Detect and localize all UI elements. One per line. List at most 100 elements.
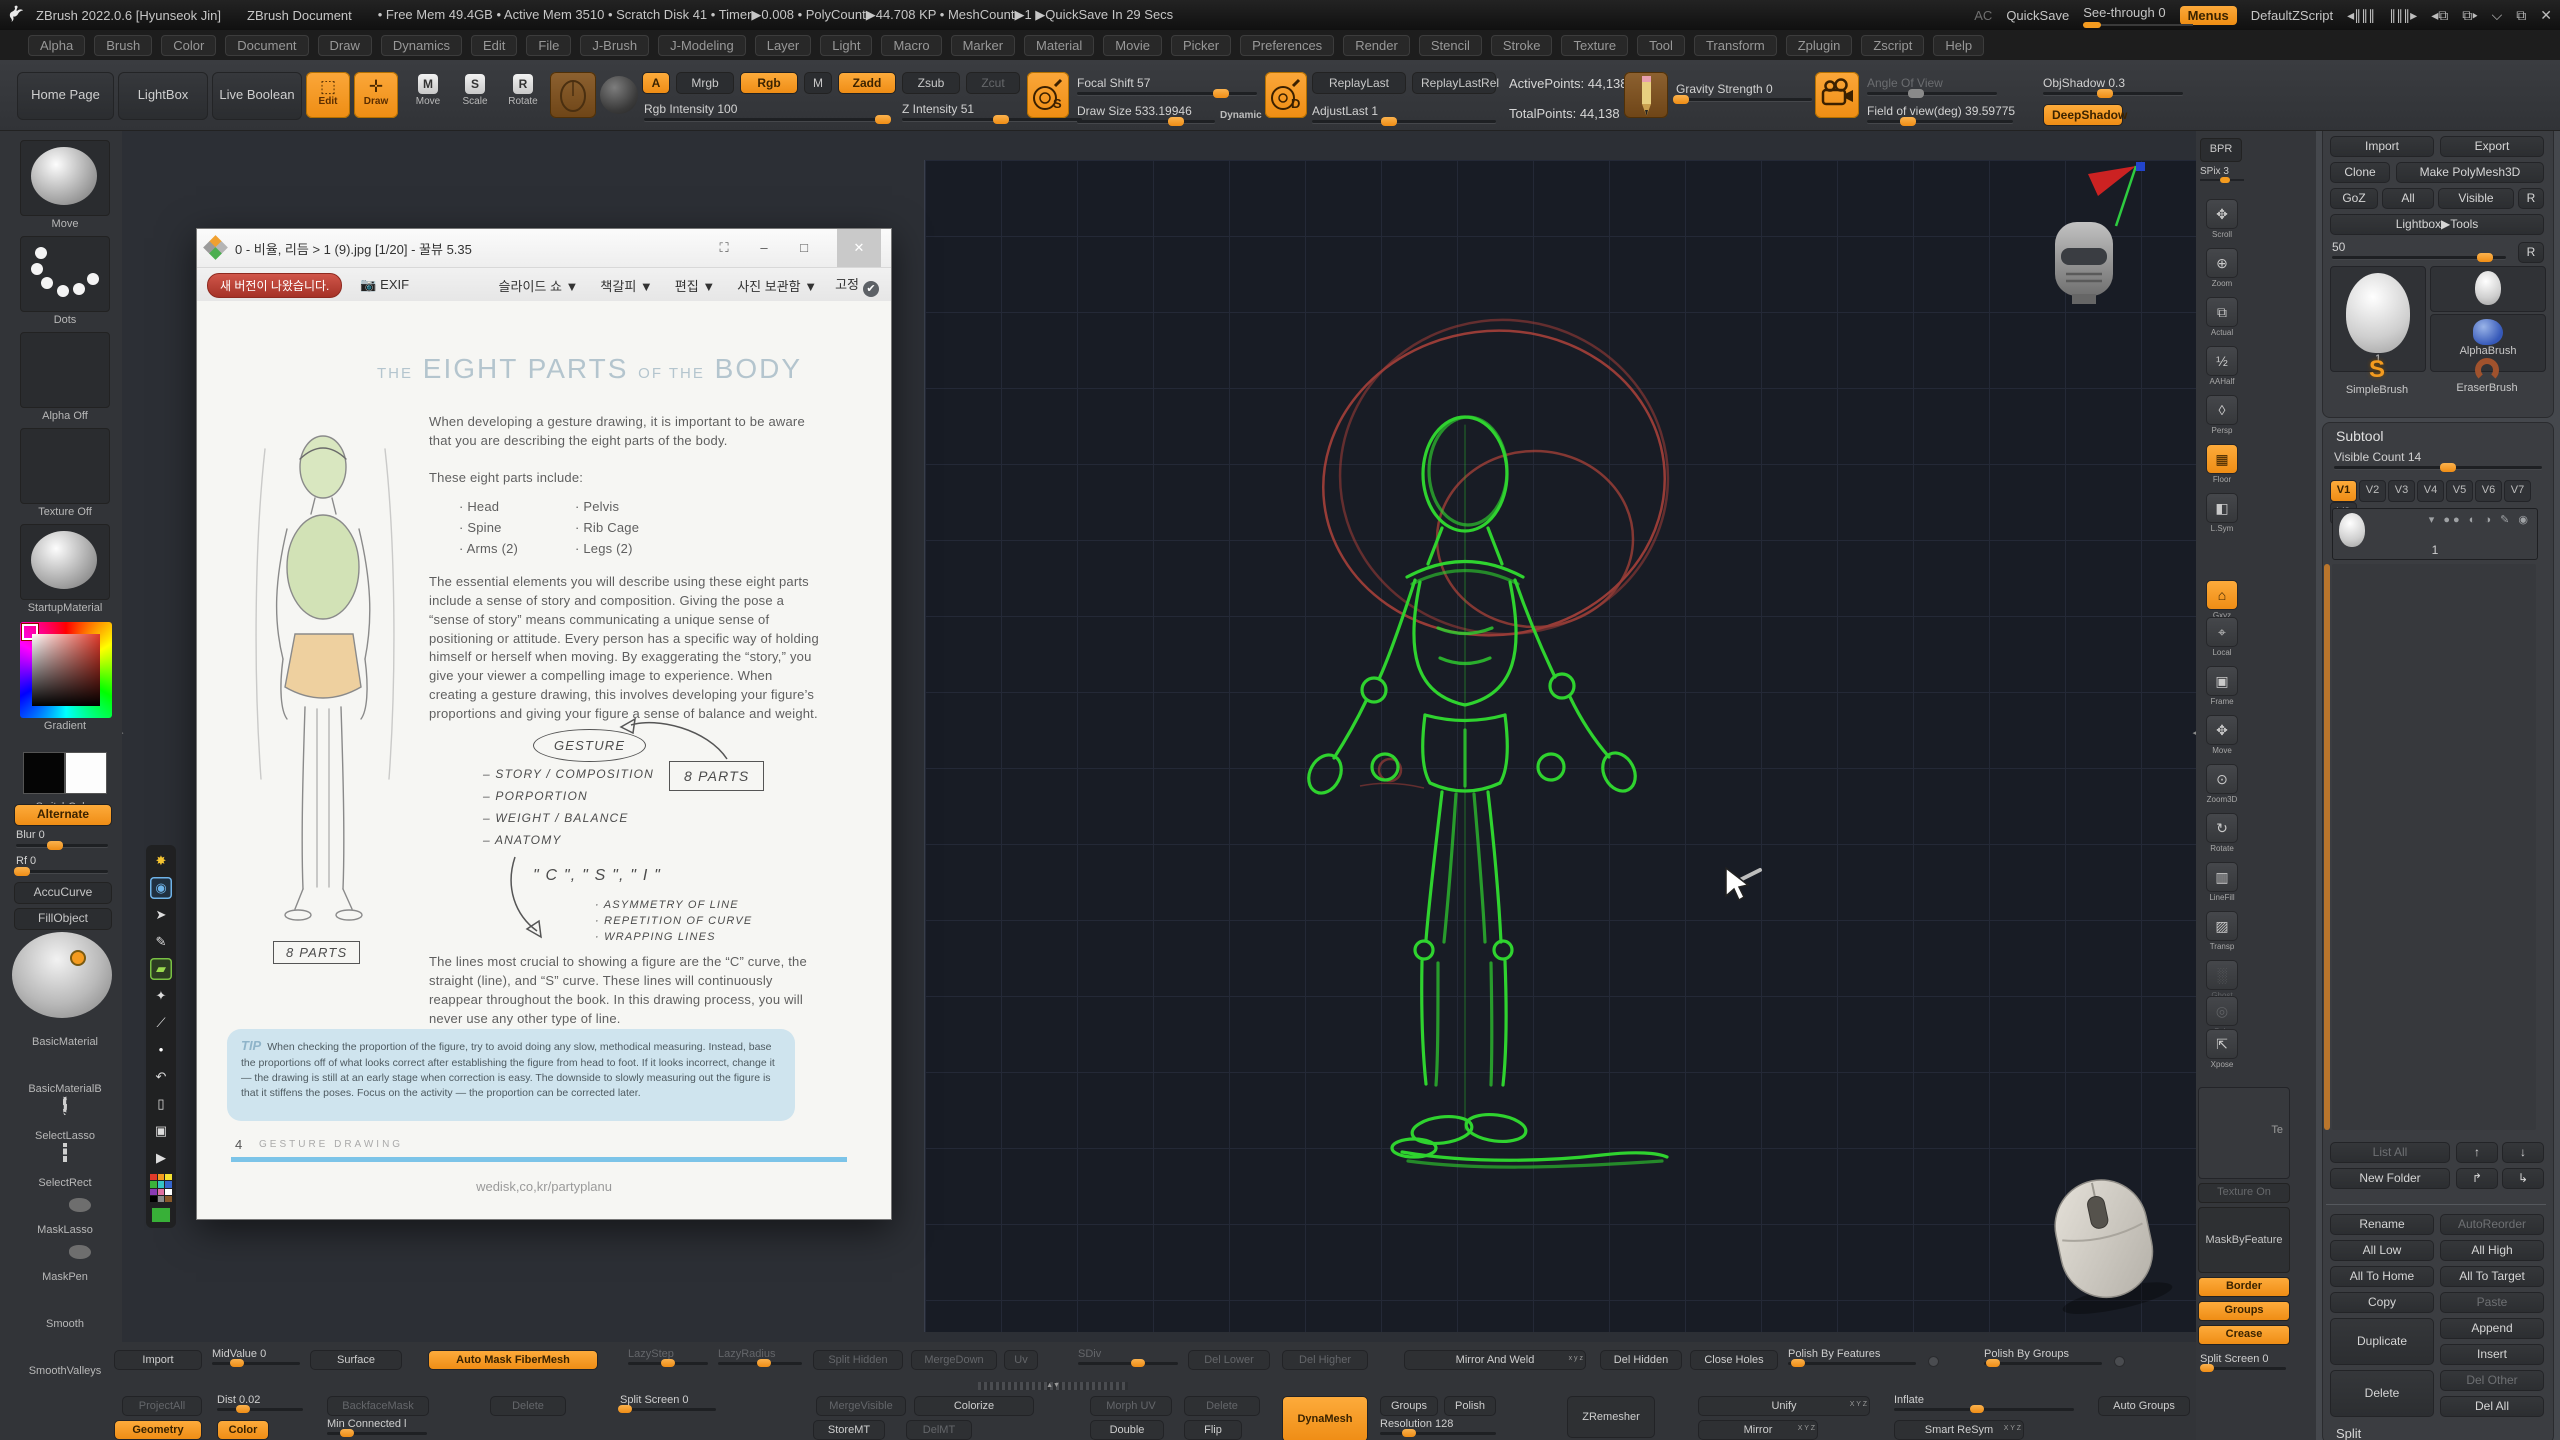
shelf-slider[interactable]: Split Screen 0 (620, 1394, 716, 1411)
annotation-tool-button[interactable]: ▣ (150, 1120, 172, 1142)
shelf-button[interactable]: Groups (1380, 1396, 1438, 1416)
groups-button[interactable]: Groups (2198, 1301, 2290, 1321)
shelf-button[interactable]: Uv (1004, 1350, 1038, 1370)
annotation-tool-button[interactable]: ⟋ (150, 1012, 172, 1034)
menu-item[interactable]: Stroke (1491, 35, 1553, 56)
menu-item[interactable]: Edit (471, 35, 517, 56)
shelf-slider[interactable]: Polish By Features (1788, 1348, 1916, 1365)
shelf-icon-button[interactable]: ◧ L.Sym (2202, 493, 2242, 533)
shelf-button[interactable]: BackfaceMask (327, 1396, 429, 1416)
shelf-button[interactable]: Colorize (914, 1396, 1034, 1416)
menu-item[interactable]: Texture (1561, 35, 1628, 56)
duplicate-button[interactable]: Duplicate (2330, 1318, 2434, 1365)
mask-by-feature-button[interactable]: MaskByFeature (2198, 1207, 2290, 1273)
annotation-tool-button[interactable]: ▯ (150, 1093, 172, 1115)
zadd-toggle[interactable]: Zadd (838, 72, 896, 94)
rgb-toggle[interactable]: Rgb (740, 72, 798, 94)
texture-preview[interactable]: Te (2198, 1087, 2290, 1179)
camera-icon[interactable] (1815, 72, 1859, 118)
viewer-close-button[interactable]: ✕ (837, 229, 881, 267)
shelf-slider[interactable]: LazyRadius (718, 1348, 802, 1365)
shelf-icon-button[interactable]: ✥ Scroll (2202, 199, 2242, 239)
shelf-item[interactable]: Alpha Off (20, 332, 110, 422)
menu-item[interactable]: Movie (1103, 35, 1162, 56)
fillobject-button[interactable]: FillObject (14, 908, 112, 930)
deep-shadow-button[interactable]: DeepShadow (2043, 104, 2123, 126)
subtool-scrollbar[interactable] (2324, 564, 2330, 1130)
shelf-item-small[interactable]: MaskLasso (20, 1190, 110, 1236)
alternate-button[interactable]: Alternate (14, 804, 112, 826)
shelf-icon-button[interactable]: ▦ Floor (2202, 444, 2242, 484)
shelf-item-small[interactable]: MaskPen (20, 1237, 110, 1283)
shelf-slider[interactable]: Min Connected l (327, 1418, 427, 1435)
obj-shadow-slider[interactable]: ObjShadow 0.3 (2043, 76, 2183, 95)
palette-color[interactable] (158, 1189, 165, 1195)
all-low-button[interactable]: All Low (2330, 1240, 2434, 1261)
menu-item[interactable]: Tool (1637, 35, 1685, 56)
menu-item[interactable]: Preferences (1240, 35, 1334, 56)
all-to-home-button[interactable]: All To Home (2330, 1266, 2434, 1287)
shelf-button[interactable]: Import (114, 1350, 202, 1370)
menu-item[interactable]: Material (1024, 35, 1094, 56)
menu-item[interactable]: Color (161, 35, 216, 56)
shelf-button[interactable]: DynaMesh (1282, 1396, 1368, 1440)
visible-count-slider[interactable]: Visible Count 14 (2334, 450, 2542, 469)
active-color-swatch[interactable] (151, 1207, 171, 1223)
close-button[interactable]: ✕ (2540, 7, 2552, 24)
gravity-strength-slider[interactable]: Gravity Strength 0 (1676, 82, 1812, 101)
shelf-item[interactable]: Dots (20, 236, 110, 326)
viewer-exif-button[interactable]: 📷 EXIF (360, 277, 409, 293)
replay-last-button[interactable]: ReplayLast (1312, 72, 1406, 94)
border-button[interactable]: Border (2198, 1277, 2290, 1297)
accucurve-button[interactable]: AccuCurve (14, 882, 112, 904)
shelf-icon-button[interactable]: ▥ LineFill (2202, 862, 2242, 902)
shelf-icon-button[interactable]: ▨ Transp (2202, 911, 2242, 951)
shelf-button[interactable]: MergeVisible (816, 1396, 906, 1416)
menu-item[interactable]: Alpha (28, 35, 85, 56)
goz-visible-button[interactable]: Visible (2438, 188, 2514, 209)
make-polymesh3d-button[interactable]: Make PolyMesh3D (2396, 162, 2544, 183)
shelf-button[interactable]: Del Lower (1188, 1350, 1270, 1370)
tool-slider-50[interactable]: 50 (2332, 240, 2506, 259)
shelf-slider[interactable]: LazyStep (628, 1348, 708, 1365)
shelf-icon-button[interactable]: ½ AAHalf (2202, 346, 2242, 386)
menu-item[interactable]: Stencil (1419, 35, 1482, 56)
shelf-icon-button[interactable]: ⧉ Actual (2202, 297, 2242, 337)
quicksave-button[interactable]: QuickSave (2006, 8, 2069, 23)
menu-item[interactable]: Light (820, 35, 872, 56)
viewer-minimize-button[interactable]: – (749, 229, 779, 267)
shelf-button[interactable]: Flip (1184, 1420, 1242, 1440)
shelf-button[interactable]: Color (217, 1420, 269, 1440)
rf-slider[interactable]: Rf 0 (16, 854, 108, 873)
subtool-tab[interactable]: V5 (2446, 480, 2473, 502)
subtool-tab[interactable]: V1 (2330, 480, 2357, 502)
simplebrush-thumbnail[interactable]: S SimpleBrush (2330, 356, 2424, 408)
viewer-update-button[interactable]: 새 버전이 나왔습니다. (207, 273, 342, 298)
slider-r-button[interactable]: R (2518, 242, 2544, 263)
shelf-icon-button[interactable]: ↻ Rotate (2202, 813, 2242, 853)
goz-r-button[interactable]: R (2518, 188, 2544, 209)
shelf-button[interactable]: Polish (1444, 1396, 1496, 1416)
subtool-up-button[interactable]: ↑ (2456, 1142, 2498, 1163)
menu-item[interactable]: Help (1933, 35, 1984, 56)
subtool-item-icons[interactable]: ▾ ●● ◐ ◑ ✎ ◉ (2429, 513, 2531, 526)
rgb-intensity-slider[interactable]: Rgb Intensity 100 (644, 102, 888, 121)
annotation-tool-button[interactable]: ✸ (150, 850, 172, 872)
insert-button[interactable]: Insert (2440, 1344, 2544, 1365)
color-palette-grid[interactable] (150, 1174, 172, 1202)
shelf-icon-button[interactable]: ⌂ Gxyz (2202, 580, 2242, 620)
polish-mode-dot[interactable] (1928, 1356, 1939, 1367)
shelf-icon-button[interactable]: ⊕ Zoom (2202, 248, 2242, 288)
texture-on-button[interactable]: Texture On (2198, 1183, 2290, 1203)
shelf-icon-button[interactable]: ▣ Frame (2202, 666, 2242, 706)
all-high-button[interactable]: All High (2440, 1240, 2544, 1261)
subtool-tab[interactable]: V7 (2504, 480, 2531, 502)
split-screen-slider[interactable]: Split Screen 0 (2200, 1353, 2286, 1370)
move-into-folder-button[interactable]: ↳ (2502, 1168, 2544, 1189)
live-boolean-button[interactable]: Live Boolean (212, 72, 302, 120)
palette-color[interactable] (150, 1181, 157, 1187)
spix-slider[interactable]: SPix 3 (2200, 166, 2244, 181)
viewer-maximize-button[interactable]: □ (789, 229, 819, 267)
palette-color[interactable] (158, 1196, 165, 1202)
del-all-button[interactable]: Del All (2440, 1396, 2544, 1417)
